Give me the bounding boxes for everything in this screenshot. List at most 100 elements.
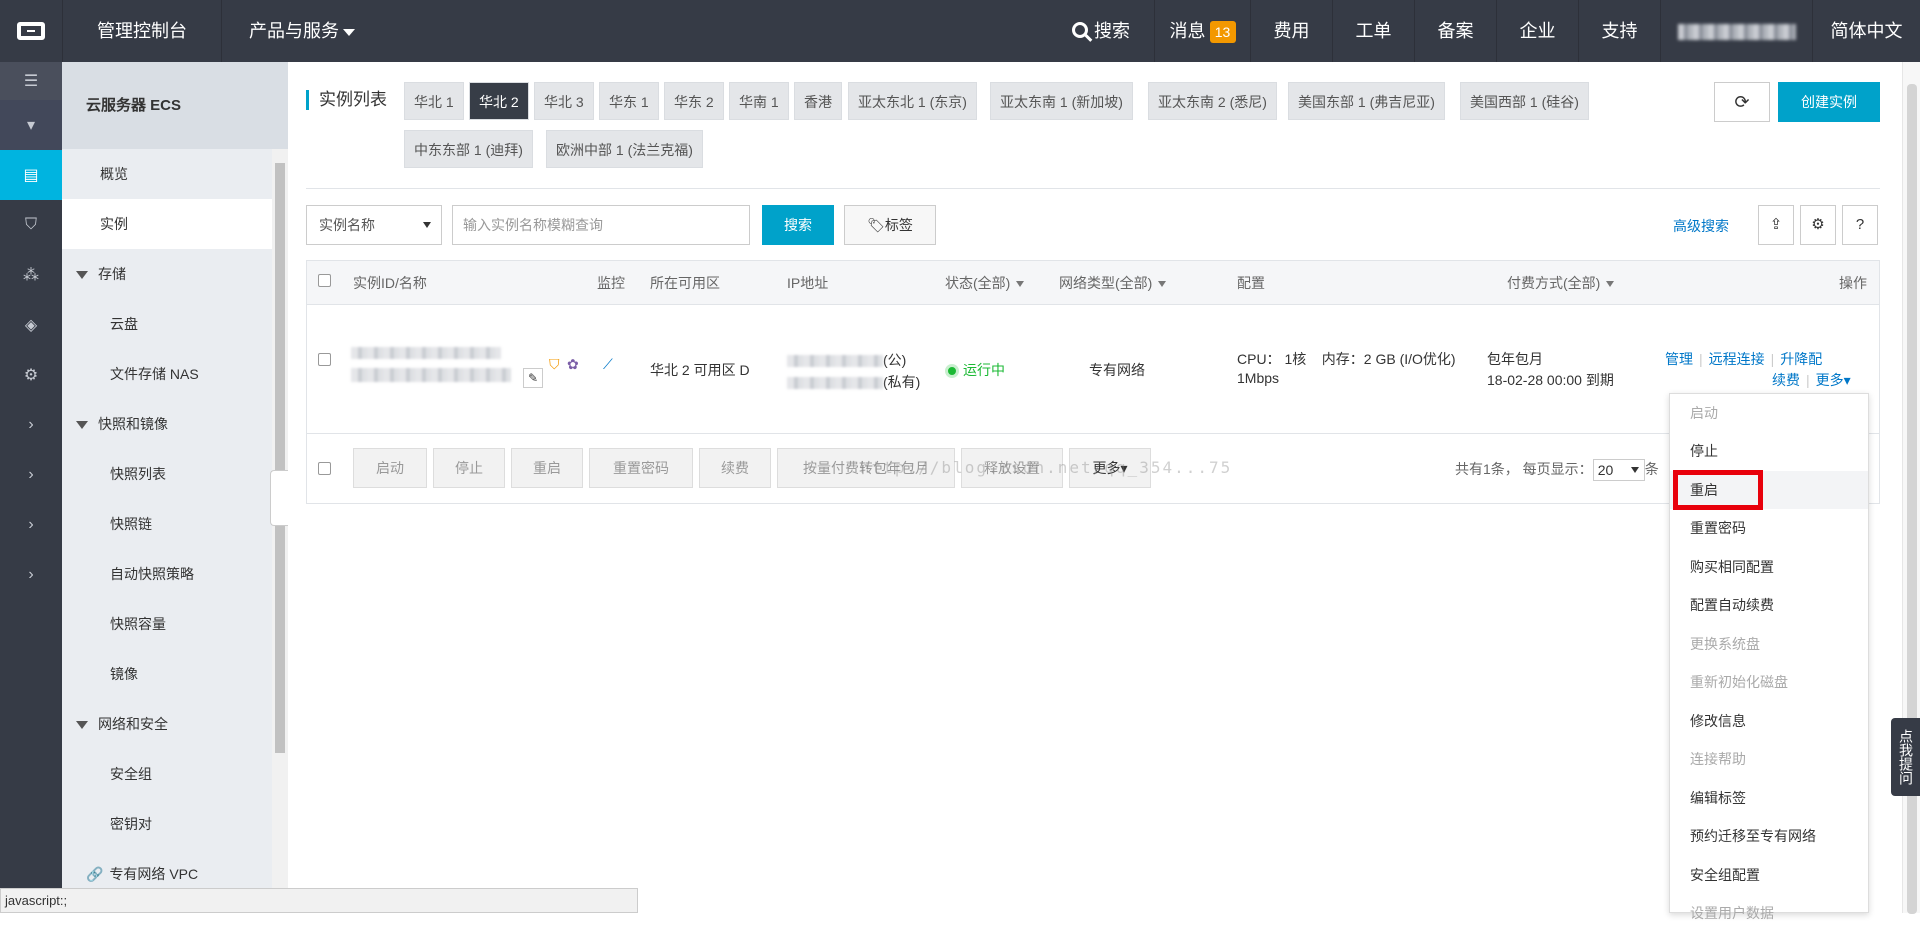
security-shield-icon[interactable]: ⛉ (0, 200, 62, 250)
sidebar-item-instances[interactable]: 实例 (62, 199, 288, 249)
menu-item-edit-tags[interactable]: 编辑标签 (1670, 779, 1868, 817)
nav-support[interactable]: 支持 (1578, 0, 1660, 62)
nav-tickets[interactable]: 工单 (1332, 0, 1414, 62)
menu-item-buy-same-config[interactable]: 购买相同配置 (1670, 548, 1868, 586)
batch-select-checkbox[interactable] (318, 462, 331, 475)
menu-toggle-icon[interactable]: ☰ (0, 62, 62, 100)
region-tab-active[interactable]: 华北 2 (469, 82, 529, 120)
expand-arrow-icon[interactable]: › (0, 450, 62, 500)
region-tab[interactable]: 华北 1 (404, 82, 464, 120)
expand-arrow-icon[interactable]: › (0, 400, 62, 450)
sidebar-item-nas[interactable]: 文件存储 NAS (62, 349, 288, 399)
renew-link[interactable]: 续费 (1772, 372, 1800, 388)
feedback-tab[interactable]: 点我提问 (1891, 718, 1920, 796)
nav-billing[interactable]: 费用 (1250, 0, 1332, 62)
batch-restart-button[interactable]: 重启 (511, 448, 583, 488)
export-button[interactable]: ⇪ (1758, 205, 1794, 245)
region-tab[interactable]: 香港 (794, 82, 842, 120)
menu-item-reinit-disk[interactable]: 重新初始化磁盘 (1670, 663, 1868, 701)
menu-item-start[interactable]: 启动 (1670, 394, 1868, 432)
page-size-select[interactable]: 20 (1592, 459, 1645, 482)
edit-name-icon[interactable]: ✎ (523, 368, 543, 388)
advanced-search-link[interactable]: 高级搜索 (1673, 216, 1729, 236)
region-tab[interactable]: 美国东部 1 (弗吉尼亚) (1288, 82, 1445, 120)
global-search-button[interactable]: 搜索 (1048, 0, 1154, 62)
tag-cluster-icon[interactable]: ✿ (567, 356, 579, 373)
language-switch[interactable]: 简体中文 (1812, 0, 1920, 62)
menu-item-auto-renew[interactable]: 配置自动续费 (1670, 586, 1868, 624)
ecs-server-icon[interactable]: ▤ (0, 150, 62, 200)
region-tab[interactable]: 亚太东南 1 (新加坡) (990, 82, 1133, 120)
tag-filter-label: 标签 (884, 217, 913, 233)
menu-item-stop[interactable]: 停止 (1670, 432, 1868, 470)
collapse-arrow-icon[interactable]: ▾ (0, 100, 62, 150)
sidebar-group-snapshots[interactable]: 快照和镜像 (62, 399, 288, 449)
region-tab[interactable]: 欧洲中部 1 (法兰克福) (546, 130, 703, 168)
select-all-checkbox[interactable] (318, 274, 331, 287)
sidebar-item-image[interactable]: 镜像 (62, 649, 288, 699)
sidebar-collapse-handle[interactable] (270, 470, 288, 526)
sidebar-item-snapshot-chain[interactable]: 快照链 (62, 499, 288, 549)
expand-arrow-icon[interactable]: › (0, 500, 62, 550)
network-nodes-icon[interactable]: ⁂ (0, 250, 62, 300)
search-button[interactable]: 搜索 (762, 205, 834, 245)
refresh-button[interactable]: ⟳ (1714, 82, 1770, 122)
region-tab[interactable]: 亚太东北 1 (东京) (848, 82, 977, 120)
region-tab[interactable]: 美国西部 1 (硅谷) (1460, 82, 1589, 120)
menu-item-connect-help[interactable]: 连接帮助 (1670, 740, 1868, 778)
sidebar-item-security-group[interactable]: 安全组 (62, 749, 288, 799)
filter-field-select[interactable]: 实例名称 (306, 205, 442, 245)
region-tab[interactable]: 华北 3 (534, 82, 594, 120)
batch-reset-password-button[interactable]: 重置密码 (589, 448, 693, 488)
col-billing-filter[interactable]: 付费方式(全部) (1507, 261, 1615, 305)
row-checkbox[interactable] (318, 353, 331, 366)
region-tab[interactable]: 华南 1 (729, 82, 789, 120)
sidebar-group-network[interactable]: 网络和安全 (62, 699, 288, 749)
sidebar-item-auto-snapshot[interactable]: 自动快照策略 (62, 549, 288, 599)
more-ops-link[interactable]: 更多▾ (1816, 372, 1851, 388)
sidebar-item-overview[interactable]: 概览 (62, 149, 288, 199)
batch-start-button[interactable]: 启动 (353, 448, 427, 488)
user-account-menu[interactable] (1660, 0, 1812, 62)
upgrade-link[interactable]: 升降配 (1780, 351, 1822, 367)
instance-search-input[interactable] (452, 205, 750, 245)
region-tab[interactable]: 华东 2 (664, 82, 724, 120)
create-instance-button[interactable]: 创建实例 (1778, 82, 1880, 122)
batch-renew-button[interactable]: 续费 (699, 448, 771, 488)
menu-item-user-data[interactable]: 设置用户数据 (1670, 894, 1868, 932)
chip-settings-icon[interactable]: ⚙ (0, 350, 62, 400)
tag-filter-button[interactable]: 🏷标签 (844, 205, 936, 245)
aliyun-logo-icon[interactable] (0, 0, 62, 62)
sidebar-item-snapshot-capacity[interactable]: 快照容量 (62, 599, 288, 649)
menu-item-reset-password[interactable]: 重置密码 (1670, 509, 1868, 547)
menu-item-migrate-vpc[interactable]: 预约迁移至专有网络 (1670, 817, 1868, 855)
nav-icp[interactable]: 备案 (1414, 0, 1496, 62)
console-home-link[interactable]: 管理控制台 (62, 0, 222, 62)
sidebar-group-storage[interactable]: 存储 (62, 249, 288, 299)
col-status-filter[interactable]: 状态(全部) (945, 261, 1025, 305)
messages-button[interactable]: 消息 13 (1154, 0, 1250, 62)
col-network-filter[interactable]: 网络类型(全部) (1059, 261, 1167, 305)
menu-item-modify-info[interactable]: 修改信息 (1670, 702, 1868, 740)
products-menu[interactable]: 产品与服务 (222, 0, 382, 62)
region-tab[interactable]: 亚太东南 2 (悉尼) (1148, 82, 1277, 120)
sidebar-item-keypair[interactable]: 密钥对 (62, 799, 288, 849)
sidebar-item-snapshot-list[interactable]: 快照列表 (62, 449, 288, 499)
help-button[interactable]: ? (1842, 205, 1878, 245)
storage-layers-icon[interactable]: ◈ (0, 300, 62, 350)
menu-item-replace-system-disk[interactable]: 更换系统盘 (1670, 625, 1868, 663)
instance-id-link[interactable] (351, 344, 501, 360)
sidebar-scrollbar[interactable] (272, 149, 288, 913)
menu-item-security-group-config[interactable]: 安全组配置 (1670, 856, 1868, 894)
remote-connect-link[interactable]: 远程连接 (1709, 351, 1765, 367)
region-tab[interactable]: 中东东部 1 (迪拜) (404, 130, 533, 168)
nav-enterprise[interactable]: 企业 (1496, 0, 1578, 62)
monitor-chart-icon[interactable]: ⟋ (603, 356, 613, 373)
sidebar-scroll-thumb[interactable] (275, 163, 285, 753)
region-tab[interactable]: 华东 1 (599, 82, 659, 120)
expand-arrow-icon[interactable]: › (0, 550, 62, 600)
manage-link[interactable]: 管理 (1665, 351, 1693, 367)
batch-stop-button[interactable]: 停止 (433, 448, 505, 488)
sidebar-item-disk[interactable]: 云盘 (62, 299, 288, 349)
settings-button[interactable]: ⚙ (1800, 205, 1836, 245)
